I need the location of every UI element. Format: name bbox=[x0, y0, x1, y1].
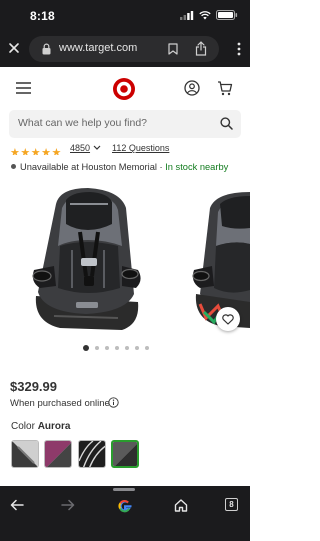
close-icon[interactable] bbox=[7, 41, 21, 55]
home-icon[interactable] bbox=[174, 498, 188, 512]
swatch-image bbox=[45, 441, 71, 467]
search-input[interactable]: What can we help you find? bbox=[9, 110, 241, 138]
in-stock-link[interactable]: In stock nearby bbox=[165, 162, 228, 172]
carousel-indicator bbox=[83, 345, 149, 351]
wifi-icon bbox=[199, 10, 211, 19]
carousel-dot[interactable] bbox=[95, 346, 99, 350]
carousel-dot[interactable] bbox=[125, 346, 129, 350]
url-text: www.target.com bbox=[59, 42, 138, 54]
swatch-image bbox=[12, 441, 38, 467]
color-label: Color Aurora bbox=[11, 421, 70, 432]
color-swatch[interactable] bbox=[44, 440, 72, 468]
swatch-image bbox=[79, 441, 105, 467]
lock-icon bbox=[42, 43, 51, 55]
more-icon[interactable] bbox=[237, 42, 241, 56]
rating-stars: ★★★★★ bbox=[10, 147, 62, 155]
info-icon[interactable] bbox=[108, 397, 119, 408]
color-label-text: Color bbox=[11, 421, 35, 432]
target-logo[interactable] bbox=[112, 77, 136, 101]
chevron-down-icon[interactable] bbox=[93, 145, 101, 151]
forward-arrow-icon[interactable] bbox=[61, 499, 75, 511]
color-selected: Aurora bbox=[37, 421, 71, 432]
swatch-image bbox=[113, 442, 137, 466]
availability-row: Unavailable at Houston Memorial · In sto… bbox=[11, 162, 228, 172]
hamburger-icon[interactable] bbox=[16, 82, 31, 94]
drag-handle[interactable] bbox=[113, 488, 135, 491]
heart-icon bbox=[222, 313, 234, 325]
review-count-link[interactable]: 4850 bbox=[70, 143, 90, 153]
color-swatch-selected[interactable] bbox=[111, 440, 139, 468]
carousel-dot[interactable] bbox=[135, 346, 139, 350]
share-icon[interactable] bbox=[195, 41, 207, 56]
carousel-dot[interactable] bbox=[115, 346, 119, 350]
product-image[interactable] bbox=[26, 184, 146, 334]
color-swatch[interactable] bbox=[11, 440, 39, 468]
browser-toolbar: www.target.com bbox=[0, 32, 250, 67]
status-icons bbox=[180, 10, 238, 20]
carousel-dot[interactable] bbox=[83, 345, 89, 351]
battery-icon bbox=[216, 10, 238, 20]
search-placeholder: What can we help you find? bbox=[18, 117, 147, 129]
availability-dot bbox=[11, 164, 16, 169]
browser-bottom-bar: 8 bbox=[0, 486, 250, 541]
signal-icon bbox=[180, 10, 194, 20]
carousel-dot[interactable] bbox=[105, 346, 109, 350]
availability-separator: · bbox=[156, 162, 166, 172]
site-header bbox=[0, 67, 250, 112]
address-bar[interactable]: www.target.com bbox=[29, 36, 219, 62]
availability-text: Unavailable at Houston Memorial bbox=[20, 162, 157, 172]
status-time: 8:18 bbox=[30, 9, 55, 23]
tabs-icon[interactable]: 8 bbox=[225, 498, 238, 511]
price: $329.99 bbox=[10, 379, 57, 394]
cart-icon[interactable] bbox=[217, 80, 233, 96]
price-note: When purchased online bbox=[10, 398, 110, 409]
favorite-button[interactable] bbox=[216, 307, 240, 331]
back-arrow-icon[interactable] bbox=[10, 499, 24, 511]
status-bar: 8:18 bbox=[0, 0, 250, 32]
carousel-dot[interactable] bbox=[145, 346, 149, 350]
product-image-gallery[interactable] bbox=[0, 180, 250, 337]
color-swatch[interactable] bbox=[78, 440, 106, 468]
bookmark-icon[interactable] bbox=[168, 43, 178, 55]
rating-row: ★★★★★ 4850 112 Questions bbox=[10, 143, 250, 155]
account-icon[interactable] bbox=[184, 80, 200, 96]
search-icon[interactable] bbox=[220, 117, 233, 130]
questions-link[interactable]: 112 Questions bbox=[112, 143, 169, 153]
google-icon[interactable] bbox=[117, 498, 133, 514]
